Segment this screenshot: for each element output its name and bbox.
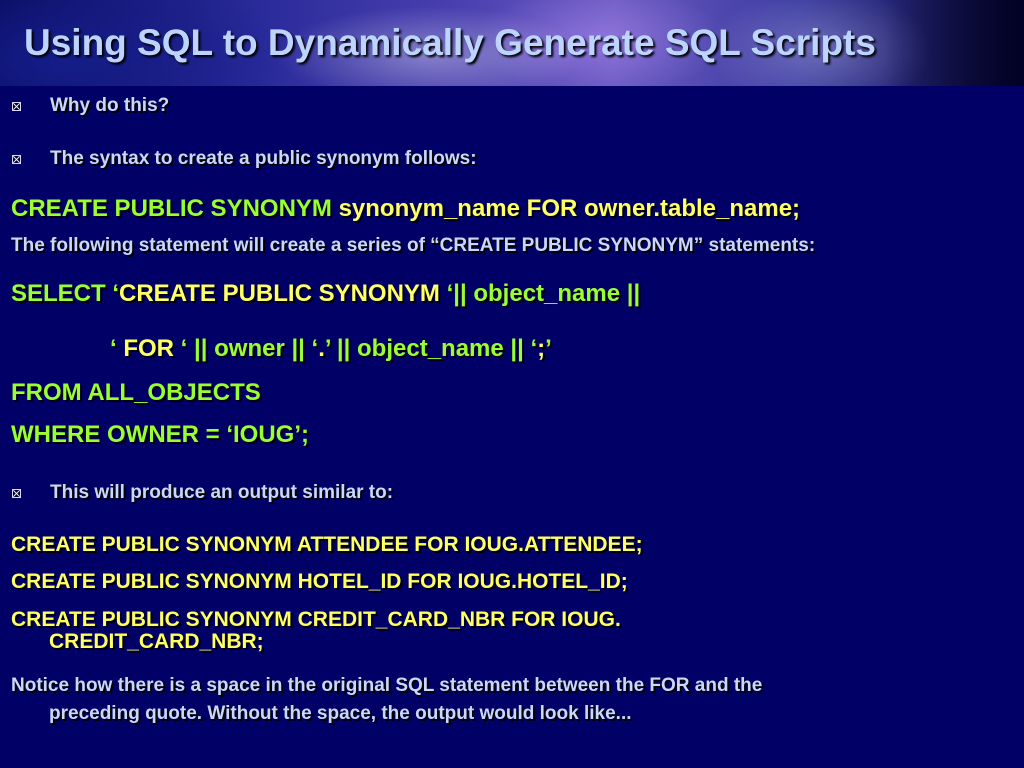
output-line-3a: CREATE PUBLIC SYNONYM CREDIT_CARD_NBR FO… [11, 608, 621, 631]
output-line-3b: CREDIT_CARD_NBR; [49, 630, 264, 653]
bullet-icon [12, 155, 21, 164]
slide-title: Using SQL to Dynamically Generate SQL Sc… [24, 22, 876, 63]
output-line-1: CREATE PUBLIC SYNONYM ATTENDEE FOR IOUG.… [11, 533, 643, 556]
notice-line-1: Notice how there is a space in the origi… [11, 675, 763, 696]
bullet-icon [12, 489, 21, 498]
bullet-output: This will produce an output similar to: [50, 482, 394, 503]
following-statement: The following statement will create a se… [11, 235, 816, 256]
select-line-1: SELECT ‘CREATE PUBLIC SYNONYM ‘|| object… [11, 280, 641, 307]
output-line-2: CREATE PUBLIC SYNONYM HOTEL_ID FOR IOUG.… [11, 570, 628, 593]
syntax-args: synonym_name FOR owner.table_name; [338, 195, 801, 222]
syntax-keyword: CREATE PUBLIC SYNONYM [11, 195, 339, 222]
bullet-icon [12, 102, 21, 111]
from-line: FROM ALL_OBJECTS [11, 379, 261, 406]
bullet-why: Why do this? [50, 95, 170, 116]
bullet-syntax: The syntax to create a public synonym fo… [50, 148, 477, 169]
syntax-line: CREATE PUBLIC SYNONYM synonym_name FOR o… [11, 194, 800, 224]
notice-line-2: preceding quote. Without the space, the … [49, 703, 632, 724]
where-line: WHERE OWNER = ‘IOUG’; [11, 421, 310, 448]
select-line-2: ‘ FOR ‘ || owner || ‘.’ || object_name |… [110, 335, 552, 362]
